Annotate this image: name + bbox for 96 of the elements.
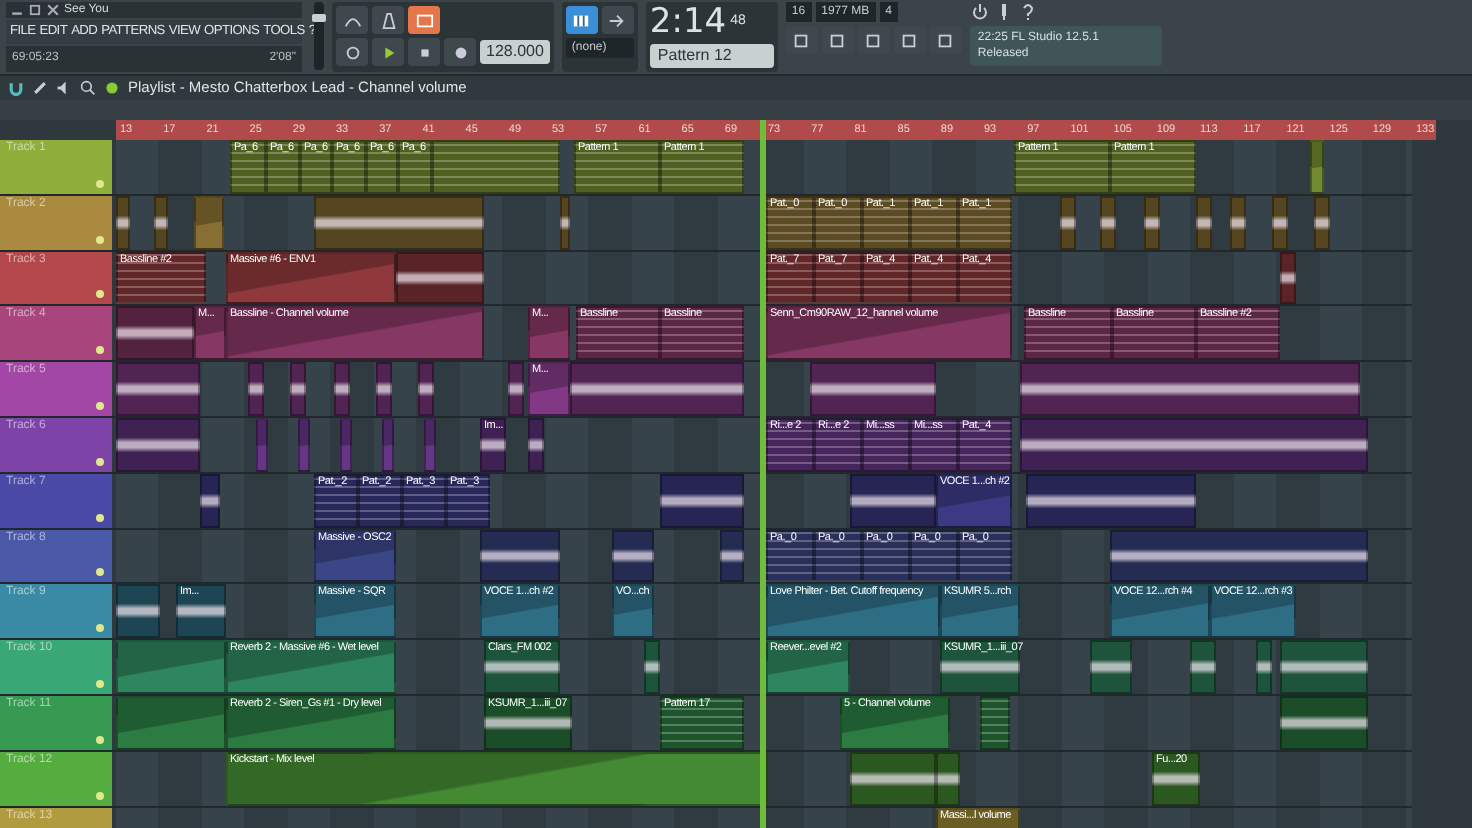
audio-clip[interactable]	[116, 195, 130, 250]
automation-clip[interactable]	[1310, 140, 1324, 194]
metronome-button[interactable]	[372, 6, 404, 34]
audio-clip[interactable]	[376, 362, 392, 416]
piano-icon	[572, 11, 591, 29]
audio-clip[interactable]	[1090, 640, 1132, 694]
mute-led[interactable]	[96, 346, 104, 355]
power-icon	[969, 2, 990, 22]
browser-button[interactable]	[893, 26, 926, 54]
audio-clip[interactable]	[116, 362, 200, 416]
help-icon	[1017, 2, 1038, 22]
automation-clip[interactable]	[194, 195, 224, 250]
arrow-button[interactable]	[601, 6, 634, 34]
automation-clip[interactable]	[340, 417, 352, 472]
audio-clip[interactable]	[936, 751, 960, 806]
metronome-icon	[379, 11, 397, 29]
audio-clip[interactable]	[116, 417, 200, 472]
loop-icon	[343, 43, 361, 61]
record-icon	[451, 43, 469, 61]
audio-clip[interactable]	[1256, 640, 1272, 694]
playlist-button[interactable]	[785, 26, 818, 54]
audio-clip[interactable]	[154, 195, 168, 250]
audio-clip[interactable]	[1280, 640, 1368, 694]
mute-led[interactable]	[96, 290, 104, 299]
audio-clip[interactable]	[116, 306, 194, 361]
pattern-selector[interactable]: Pattern 12	[649, 44, 774, 68]
audio-clip[interactable]	[644, 640, 660, 694]
play-icon	[379, 43, 397, 61]
automation-clip[interactable]	[298, 417, 310, 472]
zoom-icon	[80, 80, 96, 96]
audio-clip[interactable]	[1280, 251, 1296, 305]
pattern-clip[interactable]	[980, 695, 1010, 750]
audio-clip[interactable]	[480, 529, 560, 583]
audio-clip[interactable]	[334, 362, 350, 416]
audio-clip[interactable]	[660, 473, 744, 528]
tempo-field[interactable]: 128.000	[480, 40, 550, 64]
speaker-icon	[56, 80, 72, 96]
audio-clip[interactable]	[560, 195, 570, 250]
audio-clip[interactable]	[1020, 417, 1368, 472]
mute-led[interactable]	[96, 457, 104, 466]
record-button[interactable]	[444, 38, 476, 66]
mode-icon	[415, 11, 433, 29]
audio-clip[interactable]	[570, 362, 744, 416]
audio-clip[interactable]	[314, 195, 484, 250]
automation-clip[interactable]	[116, 640, 226, 694]
audio-clip[interactable]	[290, 362, 306, 416]
play-button[interactable]	[372, 38, 404, 66]
magnet-icon	[8, 80, 24, 96]
audio-clip[interactable]	[508, 362, 524, 416]
audio-clip[interactable]	[1060, 195, 1076, 250]
automation-clip[interactable]	[382, 417, 394, 472]
audio-clip[interactable]	[1230, 195, 1246, 250]
audio-clip[interactable]	[1314, 195, 1330, 250]
loop-button[interactable]	[336, 38, 368, 66]
audio-clip[interactable]	[1144, 195, 1160, 250]
audio-clip[interactable]	[116, 584, 160, 639]
automation-clip[interactable]	[424, 417, 436, 472]
mute-led[interactable]	[96, 401, 104, 410]
audio-clip[interactable]	[528, 417, 544, 472]
audio-clip[interactable]	[1280, 695, 1368, 750]
piano-button[interactable]	[565, 6, 598, 34]
automation-clip[interactable]	[256, 417, 268, 472]
audio-clip[interactable]	[1100, 195, 1116, 250]
audio-clip[interactable]	[248, 362, 264, 416]
audio-clip[interactable]	[612, 529, 654, 583]
audio-clip[interactable]	[810, 362, 936, 416]
arrow-icon	[608, 11, 627, 29]
audio-clip[interactable]	[1026, 473, 1196, 528]
automation-clip[interactable]	[116, 695, 226, 750]
audio-clip[interactable]	[1272, 195, 1288, 250]
mixer-button[interactable]	[821, 26, 854, 54]
close-icon	[46, 4, 60, 16]
maximize-icon	[28, 4, 42, 16]
tempo-button[interactable]	[336, 6, 368, 34]
audio-clip[interactable]	[396, 251, 484, 305]
audio-clip[interactable]	[1190, 640, 1216, 694]
audio-clip[interactable]	[418, 362, 434, 416]
mute-led[interactable]	[96, 735, 104, 744]
mute-led[interactable]	[96, 568, 104, 577]
mute-led[interactable]	[96, 513, 104, 522]
audio-clip[interactable]	[1196, 195, 1212, 250]
audio-clip[interactable]	[720, 529, 744, 583]
audio-clip[interactable]	[850, 473, 936, 528]
time-display: 2:14	[649, 6, 727, 40]
plugin-button[interactable]	[929, 26, 962, 54]
audio-clip[interactable]	[200, 473, 220, 528]
stop-icon	[415, 43, 433, 61]
mute-led[interactable]	[96, 624, 104, 633]
song-mode-button[interactable]	[408, 6, 440, 34]
audio-clip[interactable]	[1110, 529, 1368, 583]
stop-button[interactable]	[408, 38, 440, 66]
pencil-icon	[32, 80, 48, 96]
audio-clip[interactable]	[850, 751, 936, 806]
pattern-clip[interactable]	[432, 140, 560, 194]
volume-slider-thumb[interactable]	[312, 14, 326, 22]
audio-clip[interactable]	[1020, 362, 1360, 416]
